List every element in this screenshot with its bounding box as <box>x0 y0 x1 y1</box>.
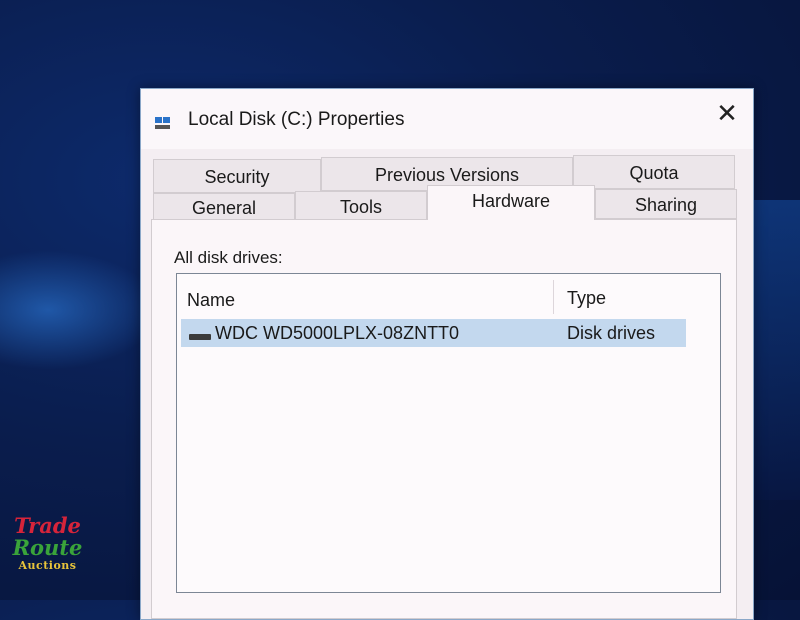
window-title: Local Disk (C:) Properties <box>188 109 405 130</box>
desktop-glow <box>0 250 160 370</box>
title-bar[interactable]: Local Disk (C:) Properties ✕ <box>141 89 753 149</box>
all-disk-drives-label: All disk drives: <box>174 248 283 267</box>
logo-line-auctions: Auctions <box>18 559 77 572</box>
logo-line-route: Route <box>12 535 83 560</box>
tab-label: Tools <box>339 197 383 217</box>
tab-tools[interactable]: Tools <box>295 191 427 221</box>
tab-sharing[interactable]: Sharing <box>595 189 737 219</box>
properties-dialog: Local Disk (C:) Properties ✕ Security Pr… <box>140 88 754 620</box>
list-item[interactable]: WDC WD5000LPLX-08ZNTT0 Disk drives <box>181 319 686 347</box>
column-header-name[interactable]: Name <box>187 290 235 311</box>
column-divider[interactable] <box>553 280 554 314</box>
disk-drive-icon <box>189 334 211 340</box>
tab-hardware[interactable]: Hardware <box>427 185 595 220</box>
tab-general[interactable]: General <box>153 193 295 221</box>
tab-security[interactable]: Security <box>153 159 321 193</box>
tab-label: Hardware <box>471 191 551 211</box>
tab-quota[interactable]: Quota <box>573 155 735 189</box>
column-header-type[interactable]: Type <box>567 288 606 309</box>
drive-type: Disk drives <box>567 323 656 343</box>
logo-line-trade: Trade <box>14 513 81 538</box>
disk-drives-list[interactable]: Name Type WDC WD5000LPLX-08ZNTT0 Disk dr… <box>176 273 721 593</box>
tab-label: Previous Versions <box>374 165 520 185</box>
close-button[interactable]: ✕ <box>709 97 745 129</box>
drive-name: WDC WD5000LPLX-08ZNTT0 <box>215 323 460 343</box>
tab-label: Sharing <box>634 195 698 215</box>
tab-label: Security <box>204 167 270 187</box>
drive-window-icon <box>155 117 170 129</box>
tab-label: Quota <box>629 163 679 183</box>
tab-label: General <box>191 198 257 218</box>
hardware-panel: All disk drives: Name Type WDC WD5000LPL… <box>151 219 737 619</box>
trade-route-auctions-logo: Trade Route Auctions <box>10 515 85 587</box>
